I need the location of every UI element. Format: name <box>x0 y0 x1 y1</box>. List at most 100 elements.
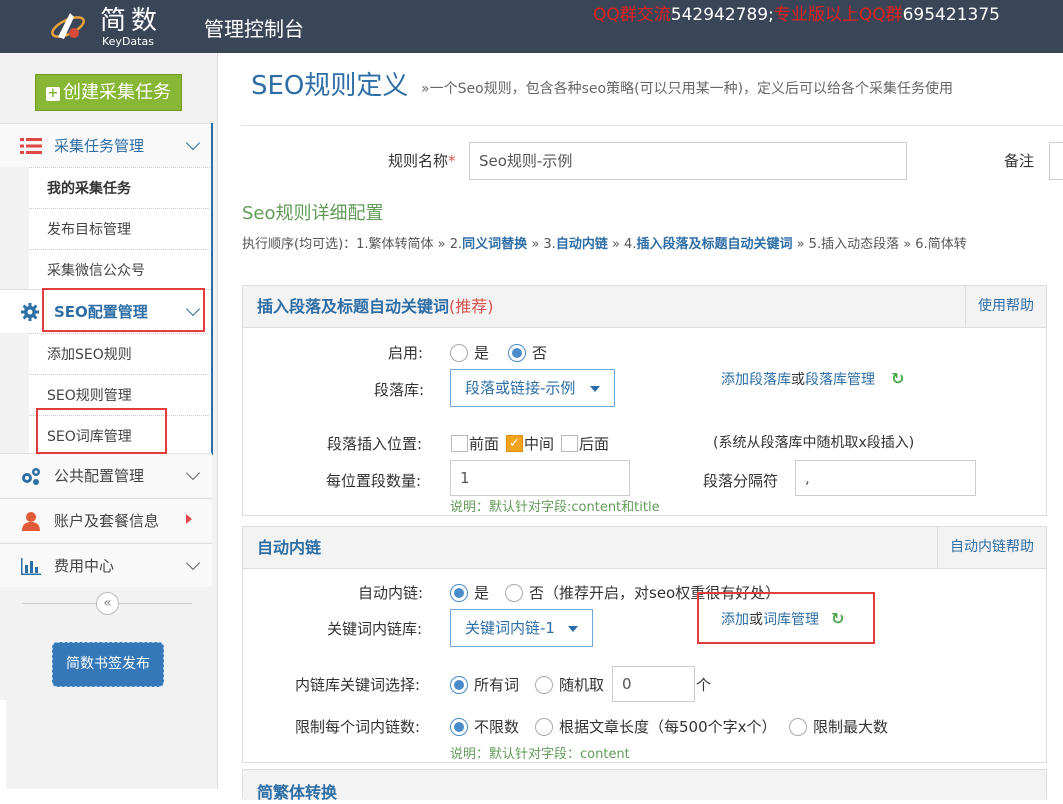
sidebar-gap <box>0 700 6 789</box>
paragraph-lib-label: 段落库: <box>374 381 425 399</box>
sidebar-section-label: 公共配置管理 <box>54 467 145 485</box>
sidebar-item-label: SEO规则管理 <box>47 388 132 404</box>
paragraph-lib-links: 添加段落库或段落库管理 <box>721 370 875 390</box>
chevron-down-icon <box>185 465 201 481</box>
add-paragraph-lib-link[interactable]: 添加段落库 <box>721 372 791 388</box>
paragraph-count-input[interactable]: 1 <box>450 460 630 496</box>
paragraph-lib-manage-link[interactable]: 段落库管理 <box>805 372 875 388</box>
position-front-checkbox[interactable] <box>451 435 468 452</box>
top-bar: 简数 KeyDatas 管理控制台 QQ群交流542942789;专业版以上QQ… <box>0 0 1063 53</box>
all-words-radio[interactable] <box>450 676 468 694</box>
paragraph-note: 说明：默认针对字段:content和title <box>450 500 660 515</box>
sidebar-item-my-tasks[interactable]: 我的采集任务 <box>29 167 212 208</box>
bookmark-publish-button[interactable]: 简数书签发布 <box>52 642 164 687</box>
keydatas-logo-icon <box>51 13 85 39</box>
sidebar-item-add-seo-rule[interactable]: 添加SEO规则 <box>29 333 212 374</box>
sidebar-section-account[interactable]: 账户及套餐信息 <box>0 498 212 542</box>
sidebar-item-wechat[interactable]: 采集微信公众号 <box>29 249 212 290</box>
logo-text: 简数 <box>100 6 163 36</box>
autolink-note: 说明：默认针对字段：content <box>450 747 630 762</box>
conversion-panel: 简繁体转换 <box>242 769 1047 802</box>
qq-label-1: QQ群交流 <box>593 5 671 25</box>
autolink-label: 自动内链: <box>358 584 424 602</box>
paragraph-count-label: 每位置段数量: <box>326 472 422 490</box>
all-words-label: 所有词 <box>474 676 520 694</box>
position-middle-label: 中间 <box>524 435 555 453</box>
gear-icon <box>21 303 39 321</box>
by-length-radio[interactable] <box>535 718 553 736</box>
by-length-label: 根据文章长度（每500个字x个） <box>559 718 777 736</box>
enable-label: 启用: <box>388 344 424 362</box>
position-back-label: 后面 <box>579 435 610 453</box>
position-middle-checkbox[interactable]: ✓ <box>506 435 523 452</box>
qq-number-2: 695421375 <box>902 5 1000 25</box>
keyword-lib-label: 关键词内链库: <box>327 620 423 638</box>
sidebar-section-public-config[interactable]: 公共配置管理 <box>0 453 212 497</box>
order-step-synonym: 同义词替换 <box>462 237 528 252</box>
sidebar-item-publish-targets[interactable]: 发布目标管理 <box>29 208 212 249</box>
keyword-lib-select[interactable]: 关键词内链-1 <box>450 609 593 647</box>
order-text: » 4. <box>607 237 637 252</box>
plus-icon: + <box>46 86 60 101</box>
remark-input[interactable] <box>1049 142 1063 180</box>
enable-no-label: 否 <box>532 344 548 362</box>
refresh-icon[interactable]: ↻ <box>891 369 904 389</box>
or-text: 或 <box>791 372 805 388</box>
gears-icon <box>22 468 40 485</box>
enable-no-radio[interactable] <box>508 344 526 362</box>
autolink-panel: 自动内链 自动内链帮助 自动内链: 是 否（推荐开启，对seo权重很有好处） 关… <box>242 526 1047 763</box>
qq-number-1: 542942789; <box>670 5 774 25</box>
sidebar-section-task-management[interactable]: 采集任务管理 <box>0 123 212 167</box>
max-limit-radio[interactable] <box>789 718 807 736</box>
rule-name-label: 规则名称* <box>388 151 456 171</box>
autolink-help-link[interactable]: 自动内链帮助 <box>937 527 1046 568</box>
caret-right-icon <box>186 514 192 524</box>
detail-section-title: Seo规则详细配置 <box>242 203 384 224</box>
bar-chart-icon <box>21 558 41 575</box>
panel-title: 插入段落及标题自动关键词(推荐) <box>257 296 494 318</box>
max-limit-label: 限制最大数 <box>813 718 889 736</box>
position-back-checkbox[interactable] <box>561 435 578 452</box>
keyword-select-label: 内链库关键词选择: <box>295 676 421 694</box>
position-note: (系统从段落库中随机取x段插入) <box>713 435 915 451</box>
panel-title: 自动内链 <box>257 538 322 557</box>
order-text: » 5.插入动态段落 » 6.简体转 <box>792 237 967 252</box>
usage-help-link[interactable]: 使用帮助 <box>965 286 1046 327</box>
main-content: SEO规则定义 »一个Seo规则，包含各种seo策略(可以只用某一种)，定义后可… <box>219 53 1063 802</box>
qq-label-2: 专业版以上QQ群 <box>773 5 903 25</box>
collapse-sidebar-icon[interactable]: « <box>96 592 119 615</box>
panel-header: 自动内链 自动内链帮助 <box>243 527 1046 569</box>
autolink-yes-radio[interactable] <box>450 584 468 602</box>
separator-input[interactable]: , <box>795 460 976 496</box>
random-count-input[interactable]: 0 <box>612 666 695 702</box>
paragraph-lib-select[interactable]: 段落或链接-示例 <box>450 369 615 407</box>
list-icon <box>20 138 42 154</box>
panel-header: 简繁体转换 <box>243 770 1046 802</box>
remark-label: 备注 <box>1004 152 1035 170</box>
unit-label: 个 <box>696 676 712 694</box>
autolink-no-radio[interactable] <box>505 584 523 602</box>
random-radio[interactable] <box>535 676 553 694</box>
create-task-button[interactable]: + 创建采集任务 <box>35 74 182 111</box>
unlimited-radio[interactable] <box>450 718 468 736</box>
sidebar-item-label: 我的采集任务 <box>47 181 131 197</box>
order-step-autolink: 自动内链 <box>555 237 608 252</box>
page-description: »一个Seo规则，包含各种seo策略(可以只用某一种)，定义后可以给各个采集任务… <box>421 81 954 97</box>
panel-title: 简繁体转换 <box>257 783 338 802</box>
link-limit-label: 限制每个词内链数: <box>295 718 421 736</box>
sidebar-section-label: 账户及套餐信息 <box>54 512 160 530</box>
user-icon <box>22 512 40 531</box>
enable-yes-radio[interactable] <box>450 344 468 362</box>
qq-group-info: QQ群交流542942789;专业版以上QQ群695421375 <box>593 4 1000 26</box>
sidebar-section-billing[interactable]: 费用中心 <box>0 543 212 587</box>
order-text: 执行顺序(均可选)：1.繁体转简体 » 2. <box>242 237 463 252</box>
logo-subtext: KeyDatas <box>102 35 154 48</box>
recommend-tag: (推荐) <box>449 297 494 316</box>
active-edge <box>211 123 213 455</box>
chevron-down-icon <box>185 135 201 151</box>
rule-name-input[interactable]: Seo规则-示例 <box>469 142 907 180</box>
sidebar-item-label: 采集微信公众号 <box>47 263 145 279</box>
order-step-paragraph: 插入段落及标题自动关键词 <box>636 237 793 252</box>
order-text: » 3. <box>527 237 556 252</box>
caret-down-icon <box>568 626 578 632</box>
